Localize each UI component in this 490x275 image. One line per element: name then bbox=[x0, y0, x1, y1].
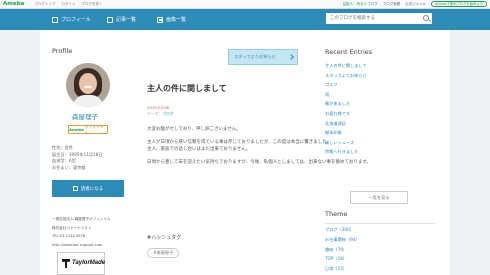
article-paragraph-1: 大変お騒がせしており、申し訳ございません。 bbox=[147, 127, 241, 132]
topbar-link-write[interactable]: ブログを書く bbox=[81, 2, 102, 7]
company-line-1: 一般社団法人 森屋理子オフィシャル bbox=[52, 217, 111, 221]
avatar-smile bbox=[84, 86, 92, 88]
profile-residence: お住まい：東京都 bbox=[52, 164, 86, 170]
recent-entry[interactable]: 雨 bbox=[325, 90, 367, 100]
view-all-entries-button[interactable]: 一覧を見る bbox=[350, 191, 408, 204]
profile-heading: Profile bbox=[52, 47, 73, 55]
become-reader-button[interactable]: 読者になる bbox=[52, 180, 124, 197]
staff-notice-button[interactable]: スタッフよりお知らせ bbox=[228, 49, 298, 65]
nav-profile[interactable]: プロフィール bbox=[52, 9, 91, 30]
article-date: 2019-03-08 bbox=[147, 105, 170, 110]
recent-entry[interactable]: 春が来ました bbox=[325, 99, 367, 109]
chevron-right-icon bbox=[288, 54, 294, 60]
theme-heading: Theme bbox=[325, 210, 348, 218]
theme-item[interactable]: 日常（15） bbox=[325, 264, 360, 274]
recent-entry[interactable]: 主人の件に関しまして bbox=[325, 61, 367, 71]
article-theme-label: テーマ： bbox=[147, 110, 163, 116]
recent-entry[interactable]: 北海道遠征 bbox=[325, 119, 367, 129]
article-meta: 2019-03-08 テーマ：ブログ bbox=[147, 105, 174, 116]
topbar-link-blogtop[interactable]: ブログトップ bbox=[34, 2, 55, 7]
image-icon bbox=[157, 16, 163, 23]
article-body: 大変お騒がせしており、申し訳ございません。 主人が日頃から厚い信頼を得ている事は… bbox=[147, 126, 371, 172]
global-topbar: Ameba ブログトップ ログイン ブログを書く 芸能人・有名人ブログ ブログ新… bbox=[0, 0, 490, 9]
theme-item[interactable]: TOP（18） bbox=[325, 254, 360, 264]
article-paragraph-2-line-2: 主人、家族での話し合いはまだ出来ておりません。 bbox=[147, 147, 251, 152]
avatar-face bbox=[79, 73, 97, 94]
topbar-link-new[interactable]: ブログ新着 bbox=[383, 2, 401, 7]
article-theme-link[interactable]: ブログ bbox=[162, 111, 173, 116]
nav-entries[interactable]: 記事一覧 bbox=[107, 9, 136, 30]
company-info: 一般社団法人 森屋理子オフィシャル 株式会社ジャーナリスト TEL:03-123… bbox=[52, 215, 111, 249]
nav-profile-label: プロフィール bbox=[61, 17, 91, 23]
nav-images[interactable]: 画像一覧 bbox=[157, 9, 186, 30]
article-paragraph-2-line-1: 主人が日頃から厚い信頼を得ている事は存じておりましたが、この度は本当に驚きました… bbox=[147, 140, 332, 145]
sponsor-logo-text: TaylorMade bbox=[72, 260, 106, 266]
taylormade-logo-icon bbox=[62, 259, 70, 268]
theme-item[interactable]: ブログ（300） bbox=[325, 225, 360, 235]
recent-entry[interactable]: ゴルフ bbox=[325, 80, 367, 90]
recent-entry[interactable]: 新しいシューズ bbox=[325, 138, 367, 148]
topbar-link-login[interactable]: ログイン bbox=[61, 2, 75, 7]
blog-search-input[interactable] bbox=[326, 13, 432, 24]
recent-entry[interactable]: 京都へ行きました bbox=[325, 147, 367, 157]
hashtag-chip[interactable]: #森屋理子 bbox=[147, 248, 180, 258]
topbar-link-celeb[interactable]: 芸能人・有名人ブログ bbox=[343, 2, 378, 7]
topbar-right: 芸能人・有名人ブログ ブログ新着 公式ジャンル Amebaで無料ブログを始めよう bbox=[343, 1, 487, 7]
official-badge: Ameba オフィシャル bbox=[68, 123, 108, 135]
badge-prefix: Ameba bbox=[69, 127, 84, 132]
article-paragraph-2: 主人が日頃から厚い信頼を得ている事は存じておりましたが、この度は本当に驚きました… bbox=[147, 139, 331, 153]
topbar-link-genre[interactable]: 公式ジャンル bbox=[405, 2, 426, 7]
staff-notice-label: スタッフよりお知らせ bbox=[234, 54, 276, 59]
theme-divider bbox=[325, 223, 435, 224]
recent-entry[interactable]: 御朱印帳 bbox=[325, 128, 367, 138]
reader-icon bbox=[72, 186, 78, 191]
theme-item[interactable]: お仕事関係（94） bbox=[325, 235, 360, 245]
theme-item[interactable]: 趣味（79） bbox=[325, 245, 360, 255]
avatar[interactable] bbox=[66, 63, 110, 107]
hashtag-heading: #ハッシュタグ bbox=[147, 235, 182, 241]
profile-info: 性別：女性 誕生日：1995年11月18日 血液型：A型 お住まい：東京都 bbox=[52, 145, 103, 171]
search-icon[interactable] bbox=[422, 14, 431, 23]
list-icon bbox=[107, 16, 113, 23]
article-paragraph-3: 日頃から豊して末を迎えたい気持ちでおりますが、今後、私個人としましては、出来ない… bbox=[147, 160, 371, 165]
signup-button[interactable]: Amebaで無料ブログを始めよう bbox=[431, 1, 487, 7]
recent-entries-heading: Recent Entries bbox=[325, 48, 373, 56]
ameba-logo[interactable]: Ameba bbox=[3, 1, 24, 7]
recent-entries-list: 主人の件に関しまして スタッフよりお知らせ ゴルフ 雨 春が来ました お疲れ様で… bbox=[325, 61, 367, 157]
recent-entry[interactable]: スタッフよりお知らせ bbox=[325, 71, 367, 81]
company-line-2: 株式会社ジャーナリスト bbox=[52, 225, 92, 230]
avatar-body bbox=[73, 95, 103, 107]
company-line-4[interactable]: http://www.tee-support.com bbox=[52, 241, 111, 250]
nav-entries-label: 記事一覧 bbox=[116, 17, 137, 23]
profile-icon bbox=[52, 16, 58, 23]
company-line-3: TEL:03-1234-5678 bbox=[52, 234, 86, 238]
become-reader-label: 読者になる bbox=[80, 186, 104, 192]
theme-list: ブログ（300） お仕事関係（94） 趣味（79） TOP（18） 日常（15） bbox=[325, 225, 360, 274]
sponsor-banner[interactable]: TaylorMade bbox=[57, 252, 105, 275]
profile-name[interactable]: 森屋理子 bbox=[72, 111, 98, 121]
nav-images-label: 画像一覧 bbox=[166, 17, 187, 23]
article-title[interactable]: 主人の件に関しまして bbox=[147, 83, 227, 94]
badge-suffix: オフィシャル bbox=[84, 123, 104, 135]
recent-entry[interactable]: お疲れ様です bbox=[325, 109, 367, 119]
